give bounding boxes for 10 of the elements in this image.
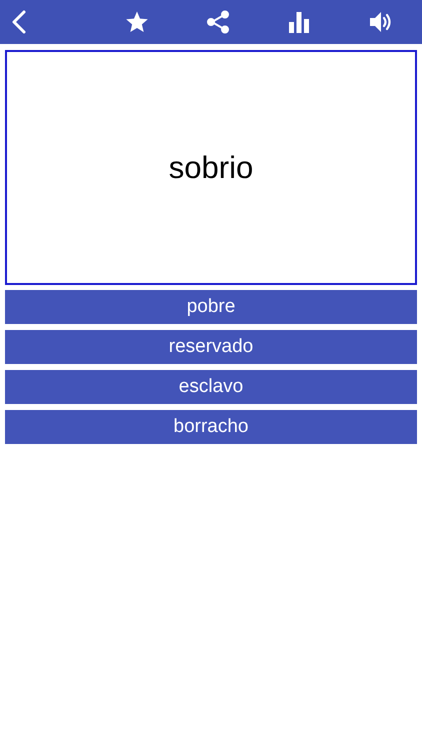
back-icon[interactable] [12, 10, 26, 34]
answer-button[interactable]: borracho [5, 410, 417, 444]
star-icon[interactable] [124, 10, 148, 34]
answer-button[interactable]: esclavo [5, 370, 417, 404]
bar-chart-icon[interactable] [286, 10, 310, 34]
answer-button[interactable]: reservado [5, 330, 417, 364]
answer-button[interactable]: pobre [5, 290, 417, 324]
share-icon[interactable] [206, 10, 230, 34]
word-text: sobrio [168, 150, 254, 186]
speaker-icon[interactable] [368, 10, 394, 34]
